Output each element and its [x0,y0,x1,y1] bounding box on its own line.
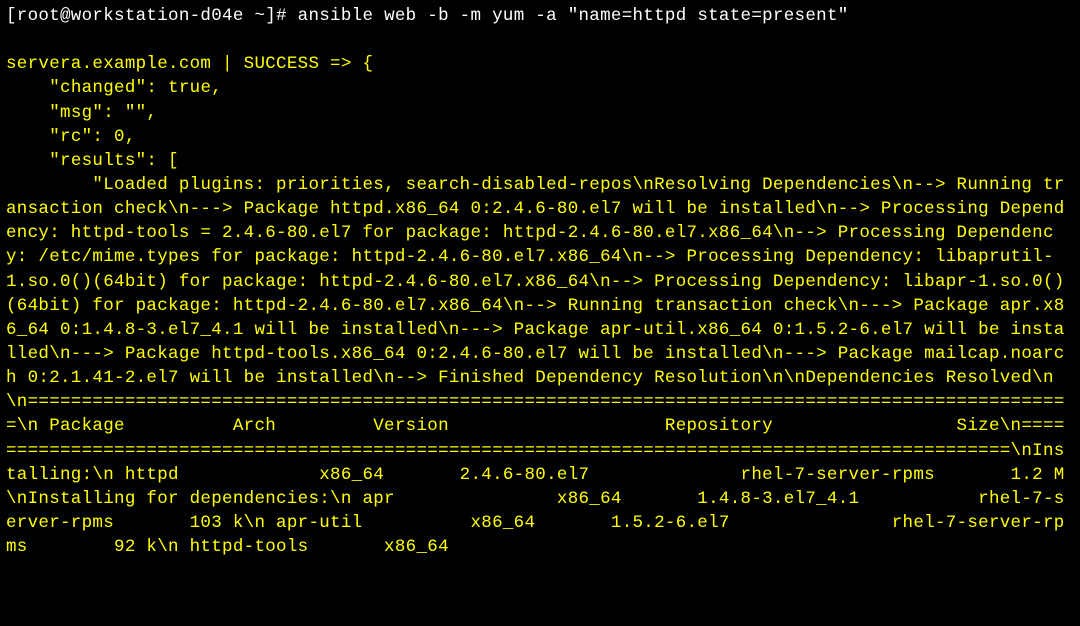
output-line-5: "Loaded plugins: priorities, search-disa… [6,173,1074,559]
output-line-4: "results": [ [6,149,1074,173]
output-line-3: "rc": 0, [6,125,1074,149]
command-text[interactable]: ansible web -b -m yum -a "name=httpd sta… [298,6,849,26]
blank-line [6,28,1074,52]
output-line-0: servera.example.com | SUCCESS => { [6,52,1074,76]
output-line-1: "changed": true, [6,76,1074,100]
prompt-line: [root@workstation-d04e ~]# ansible web -… [6,4,1074,28]
output-line-2: "msg": "", [6,101,1074,125]
shell-prompt: [root@workstation-d04e ~]# [6,6,298,26]
